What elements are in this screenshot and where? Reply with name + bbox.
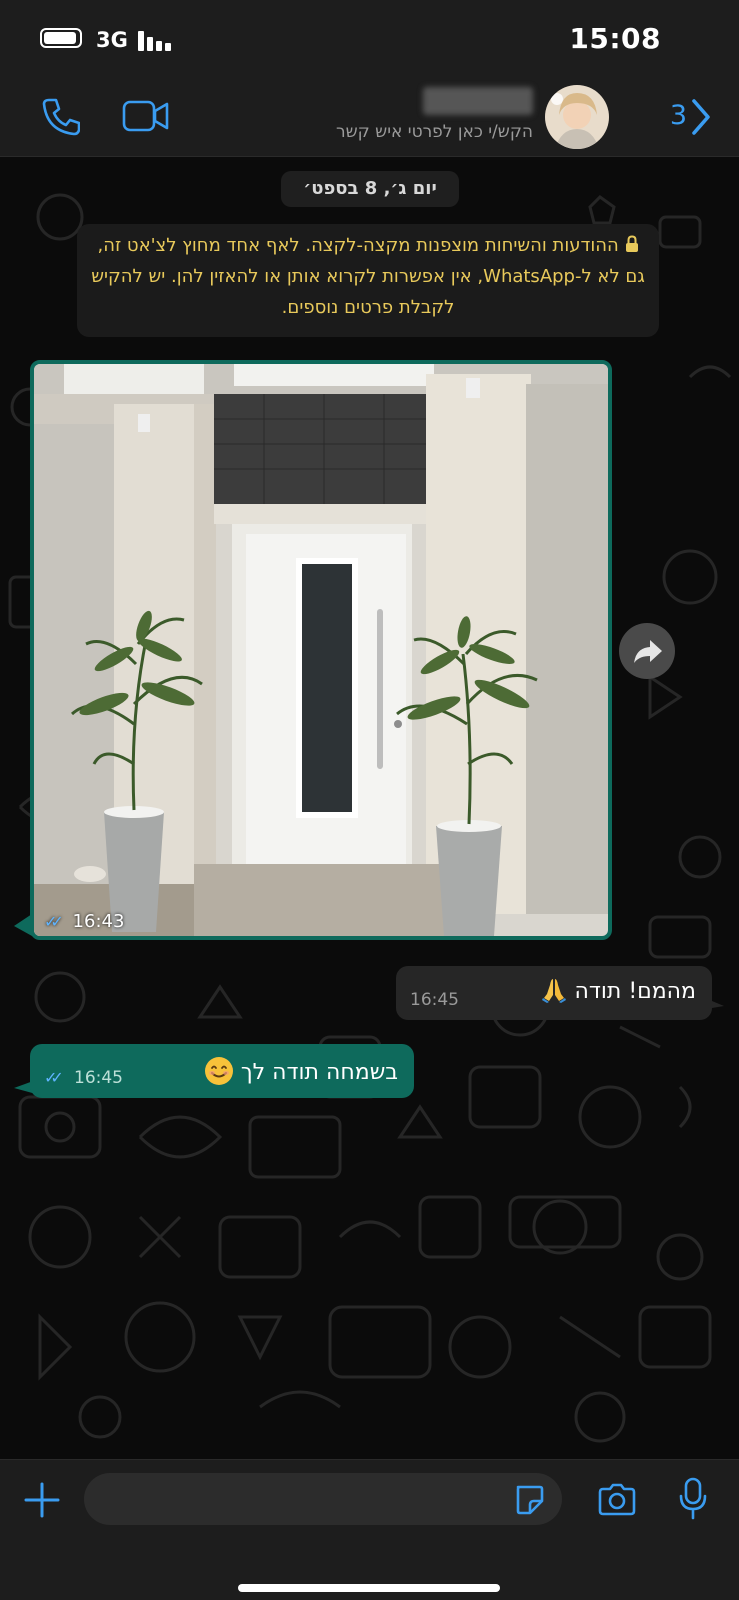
outgoing-message-time: 16:45	[74, 1068, 123, 1088]
outgoing-message[interactable]: בשמחה תודה לך ✓✓ 16:45	[30, 1044, 414, 1098]
photo-front-door	[34, 364, 608, 936]
status-time: 15:08	[569, 22, 661, 55]
incoming-message-content: מהמם! תודה	[533, 977, 696, 1004]
battery-icon	[40, 28, 82, 48]
unread-back-count[interactable]: 3	[670, 100, 687, 131]
forward-button[interactable]	[619, 623, 675, 679]
sticker-icon[interactable]	[512, 1483, 546, 1517]
encryption-notice-text: ההודעות והשיחות מוצפנות מקצה-לקצה. לאף א…	[91, 235, 645, 318]
video-call-icon[interactable]	[122, 98, 170, 134]
microphone-icon[interactable]	[678, 1476, 708, 1522]
voice-call-icon[interactable]	[40, 96, 80, 136]
read-receipt-icon: ✓✓	[44, 1068, 64, 1087]
contact-name-redacted[interactable]	[423, 87, 533, 115]
status-bar: 3G 15:08	[0, 0, 739, 82]
signal-icon	[138, 31, 172, 51]
image-message-time: 16:43	[72, 911, 125, 932]
image-message[interactable]	[30, 360, 612, 940]
forward-icon	[634, 640, 662, 663]
message-input[interactable]	[104, 1473, 488, 1527]
incoming-message[interactable]: מהמם! תודה 16:45	[396, 966, 712, 1020]
incoming-message-time: 16:45	[410, 990, 459, 1010]
incoming-message-text: מהמם! תודה	[574, 979, 696, 1004]
composer-bar	[0, 1459, 739, 1600]
message-input-container[interactable]	[84, 1473, 562, 1527]
image-message-meta: ✓✓ 16:43	[44, 911, 124, 932]
outgoing-message-content: בשמחה תודה לך	[202, 1056, 398, 1086]
folded-hands-icon	[542, 979, 567, 1003]
date-separator: יום ג׳, 8 בספט׳	[281, 171, 459, 207]
smiling-face-icon	[204, 1057, 233, 1085]
plus-icon[interactable]	[22, 1480, 62, 1520]
camera-icon[interactable]	[596, 1482, 638, 1518]
network-type: 3G	[96, 28, 128, 52]
lock-icon	[619, 235, 639, 256]
outgoing-message-text: בשמחה תודה לך	[240, 1060, 398, 1085]
contact-info-hint[interactable]: הקש/י כאן לפרטי איש קשר	[336, 122, 533, 142]
chevron-right-icon[interactable]	[690, 98, 712, 136]
chat-header: הקש/י כאן לפרטי איש קשר 3	[0, 82, 739, 157]
encryption-notice[interactable]: ההודעות והשיחות מוצפנות מקצה-לקצה. לאף א…	[77, 224, 659, 337]
contact-avatar[interactable]	[545, 85, 609, 149]
home-indicator[interactable]	[238, 1584, 500, 1592]
read-receipt-icon: ✓✓	[44, 912, 64, 931]
